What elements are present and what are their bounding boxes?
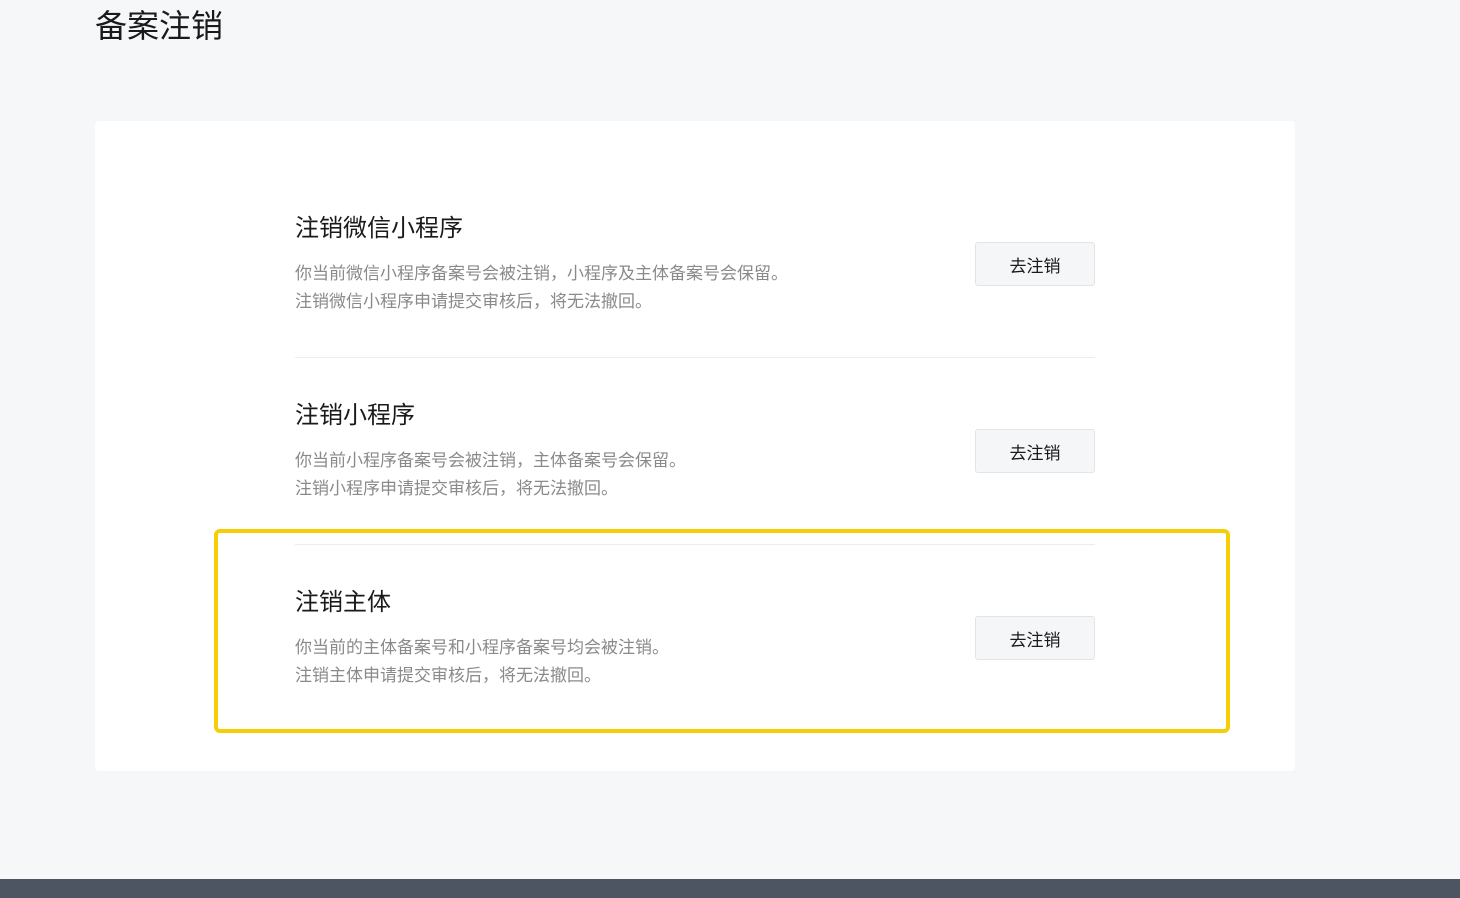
section-cancel-entity: 注销主体 你当前的主体备案号和小程序备案号均会被注销。 注销主体申请提交审核后，… (295, 544, 1095, 731)
section-title: 注销微信小程序 (295, 214, 463, 242)
footer-bar (0, 879, 1460, 898)
cancel-miniprogram-button[interactable]: 去注销 (975, 429, 1095, 473)
section-description-line: 注销微信小程序申请提交审核后，将无法撤回。 (295, 292, 652, 312)
section-description-line: 注销小程序申请提交审核后，将无法撤回。 (295, 479, 618, 499)
cancellation-card: 注销微信小程序 你当前微信小程序备案号会被注销，小程序及主体备案号会保留。 注销… (95, 121, 1295, 771)
cancel-wechat-miniprogram-button[interactable]: 去注销 (975, 242, 1095, 286)
page-title: 备案注销 (95, 7, 224, 45)
section-description-line: 注销主体申请提交审核后，将无法撤回。 (295, 666, 601, 686)
section-description-line: 你当前小程序备案号会被注销，主体备案号会保留。 (295, 451, 686, 471)
section-cancel-miniprogram: 注销小程序 你当前小程序备案号会被注销，主体备案号会保留。 注销小程序申请提交审… (295, 357, 1095, 545)
section-description: 你当前的主体备案号和小程序备案号均会被注销。 注销主体申请提交审核后，将无法撤回… (295, 634, 669, 690)
section-description-line: 你当前微信小程序备案号会被注销，小程序及主体备案号会保留。 (295, 264, 788, 284)
section-title: 注销小程序 (295, 401, 415, 429)
section-description: 你当前小程序备案号会被注销，主体备案号会保留。 注销小程序申请提交审核后，将无法… (295, 447, 686, 503)
section-description: 你当前微信小程序备案号会被注销，小程序及主体备案号会保留。 注销微信小程序申请提… (295, 260, 788, 316)
cancel-entity-button[interactable]: 去注销 (975, 616, 1095, 660)
section-description-line: 你当前的主体备案号和小程序备案号均会被注销。 (295, 638, 669, 658)
section-title: 注销主体 (295, 588, 391, 616)
section-cancel-wechat-miniprogram: 注销微信小程序 你当前微信小程序备案号会被注销，小程序及主体备案号会保留。 注销… (295, 170, 1095, 358)
